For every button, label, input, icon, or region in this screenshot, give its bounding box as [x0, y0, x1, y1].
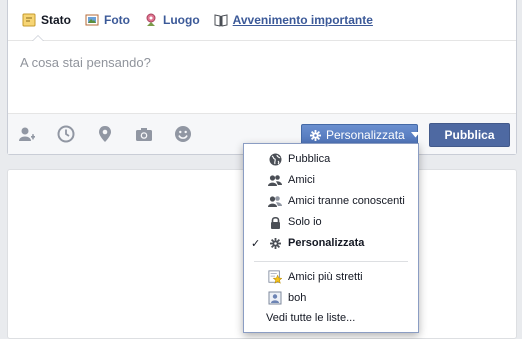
photo-icon: [85, 13, 99, 27]
globe-icon: [268, 152, 282, 166]
status-icon: [22, 13, 36, 27]
gear-icon: [268, 236, 282, 250]
friends-icon: [268, 173, 282, 187]
star-list-icon: [268, 270, 282, 284]
clock-icon[interactable]: [57, 125, 75, 143]
composer-tabs: Stato Foto Luogo Avvenimento importante: [8, 0, 516, 41]
tab-place[interactable]: Luogo: [144, 13, 200, 27]
location-icon[interactable]: [96, 125, 114, 143]
chevron-down-icon: [410, 132, 420, 138]
lock-icon: [268, 215, 282, 229]
active-tab-caret: [32, 35, 44, 41]
list-option-boh[interactable]: boh: [244, 288, 418, 308]
camera-icon[interactable]: [135, 125, 153, 143]
privacy-option-public[interactable]: Pubblica: [244, 149, 418, 169]
privacy-option-friends[interactable]: Amici: [244, 170, 418, 190]
privacy-option-only-me[interactable]: Solo io: [244, 212, 418, 232]
status-composer: Stato Foto Luogo Avvenimento importante: [7, 0, 517, 155]
menu-separator: [254, 261, 408, 262]
checkmark-icon: ✓: [251, 237, 261, 250]
life-event-icon: [214, 13, 228, 27]
list-option-close-friends[interactable]: Amici più stretti: [244, 267, 418, 287]
tab-life-event[interactable]: Avvenimento importante: [214, 13, 373, 27]
tab-status[interactable]: Stato: [22, 13, 71, 27]
privacy-menu: Pubblica Amici Amici tranne conoscenti S…: [243, 143, 419, 333]
friends-except-icon: [268, 194, 282, 208]
list-icon: [268, 291, 282, 305]
publish-button[interactable]: Pubblica: [429, 123, 510, 147]
privacy-option-friends-except[interactable]: Amici tranne conoscenti: [244, 191, 418, 211]
place-icon: [144, 13, 158, 27]
status-input[interactable]: [8, 41, 516, 114]
tag-friends-icon[interactable]: [18, 125, 36, 143]
privacy-option-custom[interactable]: ✓ Personalizzata: [244, 233, 418, 253]
tab-photo[interactable]: Foto: [85, 13, 130, 27]
gear-icon: [310, 129, 321, 141]
privacy-label: Personalizzata: [326, 128, 405, 142]
emoticon-icon[interactable]: [174, 125, 192, 143]
see-all-lists-link[interactable]: Vedi tutte le liste...: [266, 312, 355, 324]
